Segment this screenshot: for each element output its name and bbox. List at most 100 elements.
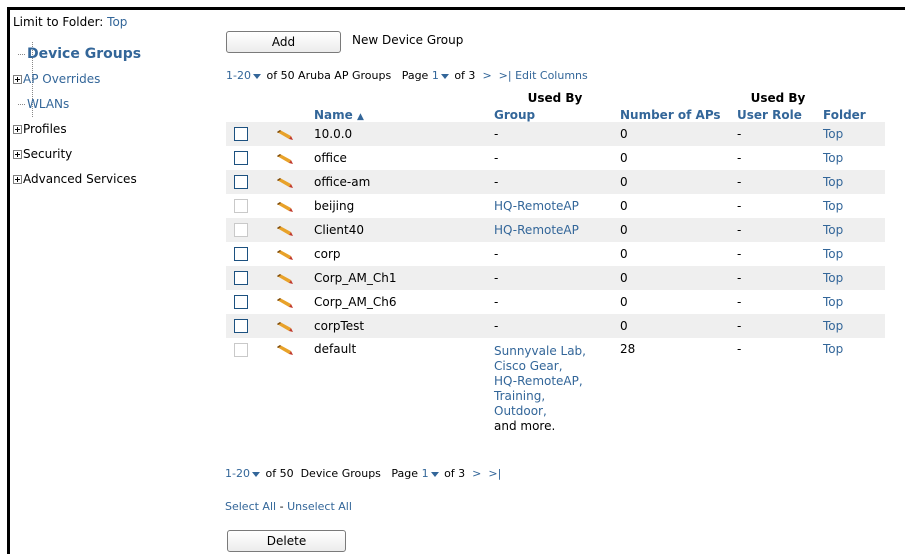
pencil-icon[interactable] [276,225,294,237]
frame-border-top [8,7,905,10]
pencil-icon[interactable] [276,273,294,285]
pencil-icon[interactable] [276,129,294,141]
limit-to-folder: Limit to Folder: Top [13,14,213,30]
group-link[interactable]: HQ-RemoteAP [494,223,579,237]
last-page-link[interactable]: >| [499,69,512,82]
row-checkbox[interactable] [234,271,248,286]
nav-item[interactable]: AP Overrides [13,67,213,92]
folder-link[interactable]: Top [823,223,843,237]
last-page-link[interactable]: >| [488,467,501,480]
cell-edit [268,146,310,170]
table-row: corp -0- Top [226,242,885,266]
row-checkbox[interactable] [234,175,248,190]
nav-item[interactable]: Profiles [13,117,213,142]
nav-item-label[interactable]: WLANs [27,97,69,111]
nav-item[interactable]: WLANs [13,92,213,117]
folder-link[interactable]: Top [823,127,843,141]
edit-columns-link[interactable]: Edit Columns [515,69,588,82]
row-checkbox [234,342,248,357]
pencil-icon[interactable] [276,344,294,356]
plus-box-icon[interactable] [13,125,22,134]
row-checkbox[interactable] [234,295,248,310]
folder-link[interactable]: Top [823,319,843,333]
nav-item-label[interactable]: Profiles [23,122,67,136]
nav-item[interactable]: Security [13,142,213,167]
plus-box-icon[interactable] [13,150,22,159]
header-name[interactable]: Name ▲ [310,83,490,122]
folder-link[interactable]: Top [823,175,843,189]
range-selector[interactable]: 1-20 [226,69,263,82]
limit-label: Limit to Folder: [13,15,104,29]
group-link[interactable]: HQ-RemoteAP [494,199,579,213]
page-selector[interactable]: 1 [432,69,451,82]
header-used-by-group-top: Used By [527,91,583,105]
pencil-icon[interactable] [276,177,294,189]
pager-label: Device Groups [300,467,381,480]
header-folder[interactable]: Folder [819,83,885,122]
header-used-by-group[interactable]: Used By Group [490,83,616,122]
pencil-icon[interactable] [276,297,294,309]
cell-select [226,266,268,290]
next-page-link[interactable]: > [482,69,491,82]
header-number-of-aps-label[interactable]: Number of APs [620,108,721,122]
cell-select [226,314,268,338]
add-button[interactable]: Add [226,31,341,53]
folder-link[interactable]: Top [823,342,843,356]
pencil-icon[interactable] [276,153,294,165]
group-link[interactable]: Outdoor, [494,404,547,418]
pager-top: 1-20 of 50 Aruba AP Groups Page 1 of 3 >… [226,69,588,82]
cell-select [226,218,268,242]
nav-item-label[interactable]: Device Groups [27,46,141,62]
nav-item-label[interactable]: AP Overrides [23,72,100,86]
cell-used-by-group: - [490,122,616,146]
nav-item[interactable]: Advanced Services [13,167,213,192]
header-used-by-group-label[interactable]: Group [494,108,535,122]
folder-link[interactable]: Top [823,295,843,309]
header-name-label[interactable]: Name [314,108,353,122]
limit-folder-link[interactable]: Top [107,15,127,29]
table-body: 10.0.0-0- Top office -0- Top office-am -0- Top b… [226,122,885,447]
delete-button[interactable]: Delete [227,530,346,552]
pencil-icon[interactable] [276,249,294,261]
select-all-link[interactable]: Select All [225,500,276,513]
row-checkbox[interactable] [234,127,248,142]
cell-select [226,338,268,447]
nav-item-label[interactable]: Advanced Services [23,172,137,186]
folder-link[interactable]: Top [823,271,843,285]
group-list-item: Cisco Gear, [494,359,616,374]
cell-used-by-group: - [490,266,616,290]
header-used-by-role[interactable]: Used By User Role [733,83,819,122]
folder-link[interactable]: Top [823,247,843,261]
folder-link[interactable]: Top [823,151,843,165]
plus-box-icon[interactable] [13,175,22,184]
group-link[interactable]: Training, [494,389,545,403]
header-folder-label[interactable]: Folder [823,108,866,122]
header-used-by-role-label[interactable]: User Role [737,108,802,122]
cell-used-by-role: - [733,266,819,290]
unselect-all-link[interactable]: Unselect All [287,500,352,513]
pencil-icon[interactable] [276,201,294,213]
next-page-link[interactable]: > [472,467,481,480]
cell-used-by-group: - [490,146,616,170]
nav-item[interactable]: Device Groups [13,42,213,67]
group-link[interactable]: Cisco Gear, [494,359,563,373]
range-selector[interactable]: 1-20 [225,467,262,480]
header-edit-col [268,83,310,122]
page-selector[interactable]: 1 [422,467,441,480]
group-list-item: Outdoor, [494,404,616,419]
cell-name: Client40 [310,218,490,242]
group-value: - [494,247,499,261]
pencil-icon[interactable] [276,321,294,333]
row-checkbox[interactable] [234,247,248,262]
group-value: - [494,127,499,141]
group-list: Sunnyvale Lab, Cisco Gear, HQ-RemoteAP, Tra… [494,342,616,436]
group-link[interactable]: Sunnyvale Lab, [494,344,586,358]
row-checkbox[interactable] [234,319,248,334]
group-link[interactable]: HQ-RemoteAP, [494,374,583,388]
folder-link[interactable]: Top [823,199,843,213]
plus-box-icon[interactable] [13,75,22,84]
nav-item-label[interactable]: Security [23,147,72,161]
header-number-of-aps[interactable]: Number of APs [616,83,733,122]
sort-ascending-icon[interactable]: ▲ [357,112,364,122]
row-checkbox[interactable] [234,151,248,166]
